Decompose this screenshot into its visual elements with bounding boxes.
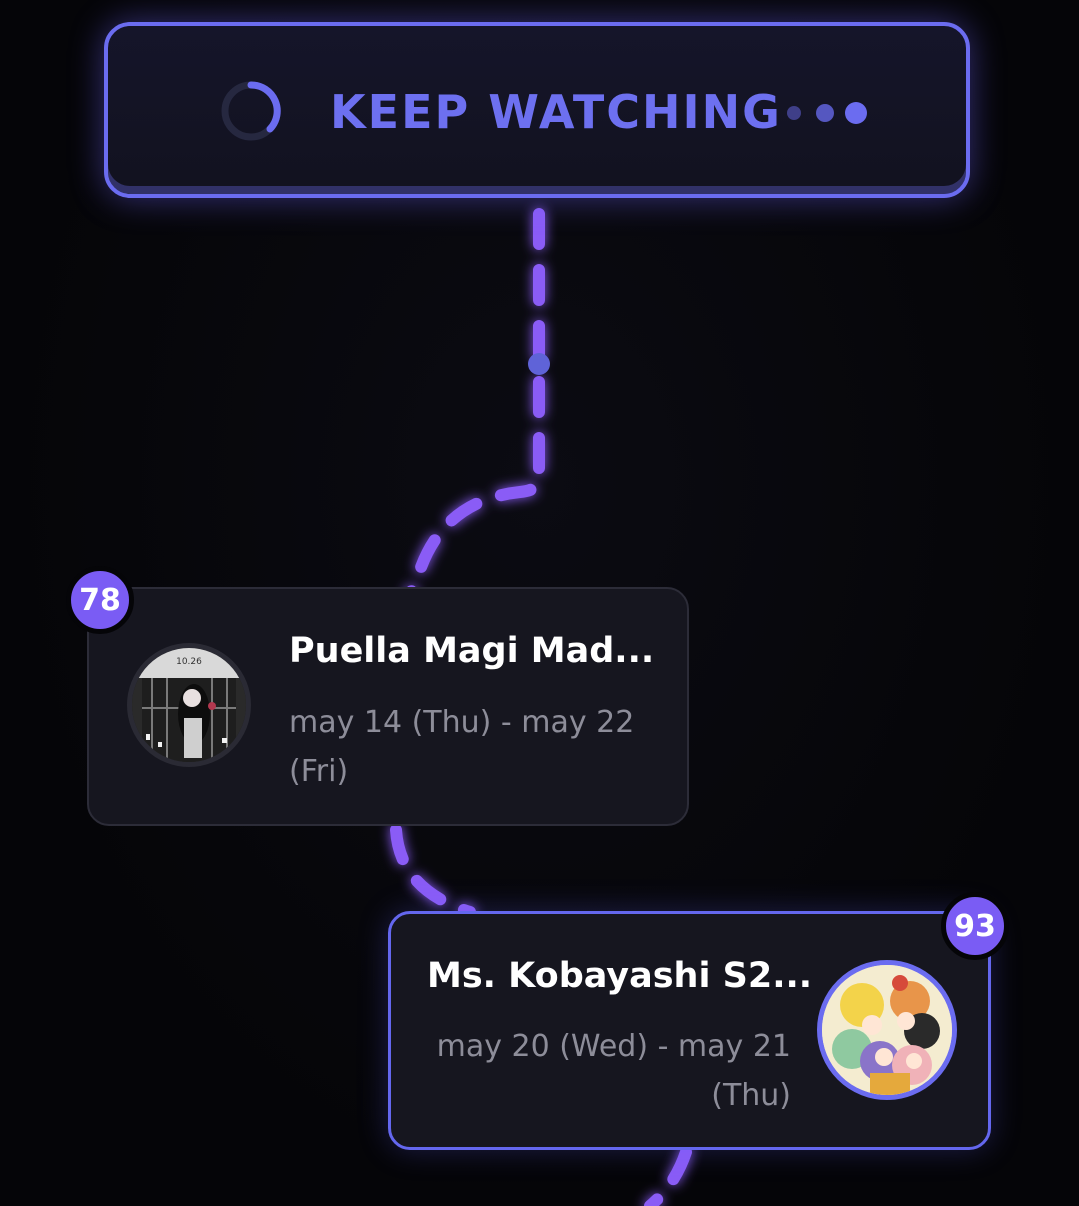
more-dots-icon[interactable] bbox=[784, 100, 870, 126]
connector-node bbox=[528, 353, 550, 375]
timeline-screen: KEEP WATCHING 10.26 Puella Magi Mad... m… bbox=[0, 0, 1079, 1206]
svg-text:10.26: 10.26 bbox=[176, 657, 202, 667]
date-range: may 20 (Wed) - may 21 (Thu) bbox=[436, 1029, 791, 1113]
watch-card[interactable]: 10.26 Puella Magi Mad... may 14 (Thu) - … bbox=[87, 587, 689, 826]
score-badge: 93 bbox=[941, 892, 1009, 960]
keep-watching-button[interactable]: KEEP WATCHING bbox=[104, 22, 970, 198]
date-range: may 14 (Thu) - may 22 (Fri) bbox=[289, 705, 635, 789]
watch-card[interactable]: Ms. Kobayashi S2... may 20 (Wed) - may 2… bbox=[388, 911, 991, 1150]
anime-title: Puella Magi Mad... bbox=[289, 631, 655, 671]
header-title: KEEP WATCHING bbox=[330, 85, 782, 139]
anime-cover-art bbox=[822, 965, 952, 1095]
anime-cover-art: 10.26 bbox=[132, 648, 246, 762]
spinner-icon bbox=[221, 81, 281, 141]
anime-cover-image: 10.26 bbox=[127, 643, 251, 767]
anime-cover-image bbox=[817, 960, 957, 1100]
score-badge: 78 bbox=[66, 566, 134, 634]
anime-title: Ms. Kobayashi S2... bbox=[427, 956, 813, 996]
